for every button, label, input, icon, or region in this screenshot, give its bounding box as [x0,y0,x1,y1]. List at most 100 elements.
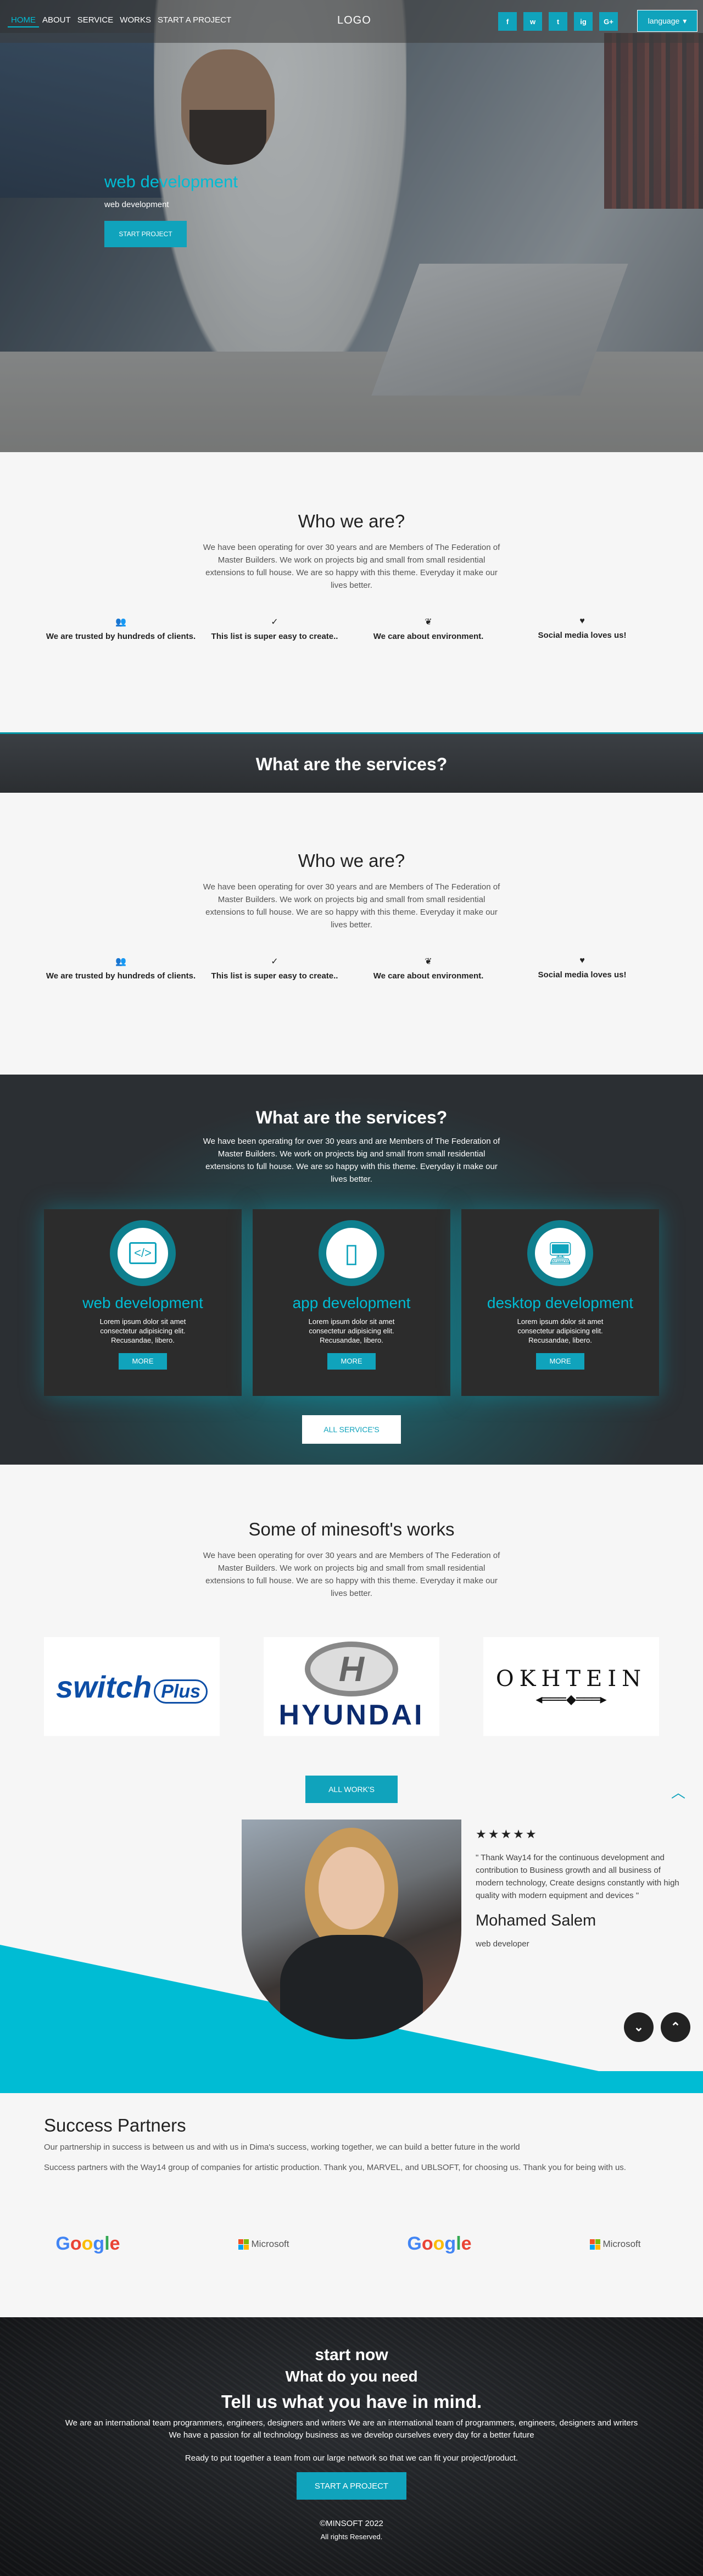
arrow-ornament-icon: ◂═══◆═══▸ [535,1692,607,1707]
works-logos: switch Plus H HYUNDAI OKHTEIN ◂═══◆═══▸ [44,1637,659,1736]
nav-link-start-project[interactable]: START A PROJECT [154,14,235,27]
twitter-icon[interactable]: t [549,12,567,31]
services-title: What are the services? [255,1108,448,1127]
feature-item: ♥ Social media loves us! [505,616,659,641]
work-logo-switch[interactable]: switch Plus [44,1637,220,1736]
about-features: 👥 We are trusted by hundreds of clients. … [44,956,659,981]
start-a-project-button[interactable]: START A PROJECT [297,2472,406,2500]
services-banner: What are the services? [0,732,703,793]
check-icon: ✓ [271,957,278,966]
photo-body-shape [280,1935,423,2039]
footer-line-1: We are an international team programmers… [65,2418,638,2428]
chevron-down-icon: ▾ [683,16,687,25]
page: web development web development START PR… [0,0,703,2576]
partner-logo-google[interactable]: Google [352,2233,527,2255]
partner-logo-google[interactable]: Google [0,2233,176,2255]
desktop-icon: 🖥 [535,1228,585,1278]
whatsapp-icon[interactable]: w [523,12,542,31]
nav-links: HOME ABOUT SERVICE WORKS START A PROJECT [8,14,235,27]
feature-label: Social media loves us! [538,631,627,640]
switch-logo-text: switch [55,1669,152,1704]
hero-title: web development [104,172,238,191]
service-card-title: app development [292,1294,411,1311]
about-title: Who we are? [298,511,405,531]
rights-reserved: All rights Reserved. [320,2533,383,2541]
all-works-button[interactable]: ALL WORK'S [305,1776,398,1803]
work-logo-hyundai[interactable]: H HYUNDAI [264,1637,439,1736]
google-logo: Google [407,2233,472,2254]
service-card: 🖥 desktop development Lorem ipsum dolor … [461,1209,659,1396]
footer-line-2: We have a passion for all technology bus… [169,2430,534,2440]
hero-section: web development web development START PR… [0,0,703,452]
feature-label: We care about environment. [373,632,484,641]
feature-item: 👥 We are trusted by hundreds of clients. [44,956,198,981]
service-card-text: Lorem ipsum dolor sit amet consectetur a… [308,1317,395,1344]
footer-heading-3: Tell us what you have in mind. [221,2391,482,2412]
photo-face-shape [319,1847,384,1929]
service-card-text: Lorem ipsum dolor sit amet consectetur a… [99,1317,186,1344]
work-logo-okhtein[interactable]: OKHTEIN ◂═══◆═══▸ [483,1637,659,1736]
start-project-button[interactable]: START PROJECT [104,221,187,247]
feature-item: 👥 We are trusted by hundreds of clients. [44,616,198,641]
chevron-up-icon[interactable]: ︿ [671,1782,685,1802]
microsoft-wordmark: Microsoft [602,2239,641,2249]
top-navbar: HOME ABOUT SERVICE WORKS START A PROJECT… [0,0,703,43]
about-features: 👥 We are trusted by hundreds of clients. … [44,616,659,641]
hyundai-emblem: H [305,1642,398,1696]
works-title: Some of minesoft's works [248,1519,455,1539]
more-button[interactable]: MORE [119,1353,167,1370]
leaf-icon: ❦ [425,617,432,627]
users-icon: 👥 [115,957,126,966]
feature-item: ✓ This list is super easy to create.. [198,616,352,641]
microsoft-squares-icon [238,2239,249,2250]
service-card: ▯ app development Lorem ipsum dolor sit … [253,1209,450,1396]
about-title: Who we are? [298,850,405,871]
partner-logos: Google Microsoft Google Microsoft [0,2233,703,2255]
code-monitor-icon: </> [118,1228,168,1278]
partners-line-2: Success partners with the Way14 group of… [44,2163,626,2172]
partners-line-1: Our partnership in success is between us… [44,2143,520,2152]
feature-label: We are trusted by hundreds of clients. [46,971,196,981]
check-icon: ✓ [271,617,278,627]
language-select[interactable]: language ▾ [637,10,698,32]
all-services-button[interactable]: ALL SERVICE'S [302,1415,401,1444]
okhtein-wordmark: OKHTEIN [495,1666,647,1692]
testimonial-photo [242,1820,461,2039]
service-icon-circle: ▯ [319,1220,384,1286]
feature-label: This list is super easy to create.. [211,632,338,641]
heart-icon: ♥ [579,956,585,965]
leaf-icon: ❦ [425,957,432,966]
instagram-icon[interactable]: ig [574,12,593,31]
partner-logo-microsoft[interactable]: Microsoft [527,2233,703,2255]
feature-item: ❦ We care about environment. [352,956,505,981]
facebook-icon[interactable]: f [498,12,517,31]
feature-item: ❦ We care about environment. [352,616,505,641]
mobile-icon: ▯ [326,1228,377,1278]
nav-link-home[interactable]: HOME [8,14,39,27]
microsoft-wordmark: Microsoft [251,2239,289,2249]
nav-link-service[interactable]: SERVICE [74,14,117,27]
chevron-down-button[interactable]: ⌄ [624,2012,654,2042]
social-links: f w t ig G+ [498,12,618,31]
site-logo[interactable]: LOGO [337,14,371,27]
footer: start now What do you need Tell us what … [0,2317,703,2576]
hyundai-wordmark: HYUNDAI [278,1699,425,1731]
mobile-icon-glyph: ▯ [344,1239,359,1268]
testimonial-quote: " Thank Way14 for the continuous develop… [476,1853,679,1900]
desktop-icon-glyph: 🖥 [546,1241,574,1266]
feature-label: We care about environment. [373,971,484,981]
testimonial-name: Mohamed Salem [476,1912,596,1929]
code-monitor-icon-glyph: </> [129,1242,157,1264]
nav-link-about[interactable]: ABOUT [39,14,74,27]
more-button[interactable]: MORE [536,1353,584,1370]
partner-logo-microsoft[interactable]: Microsoft [176,2233,352,2255]
google-plus-icon[interactable]: G+ [599,12,618,31]
hero-subtitle: web development [104,200,169,209]
chevron-up-icon: ⌃ [670,2020,681,2034]
nav-link-works[interactable]: WORKS [116,14,154,27]
footer-heading-1: start now [315,2346,388,2364]
service-card-text: Lorem ipsum dolor sit amet consectetur a… [517,1317,604,1344]
chevron-up-button[interactable]: ⌃ [661,2012,690,2042]
microsoft-logo: Microsoft [589,2239,641,2250]
more-button[interactable]: MORE [327,1353,376,1370]
